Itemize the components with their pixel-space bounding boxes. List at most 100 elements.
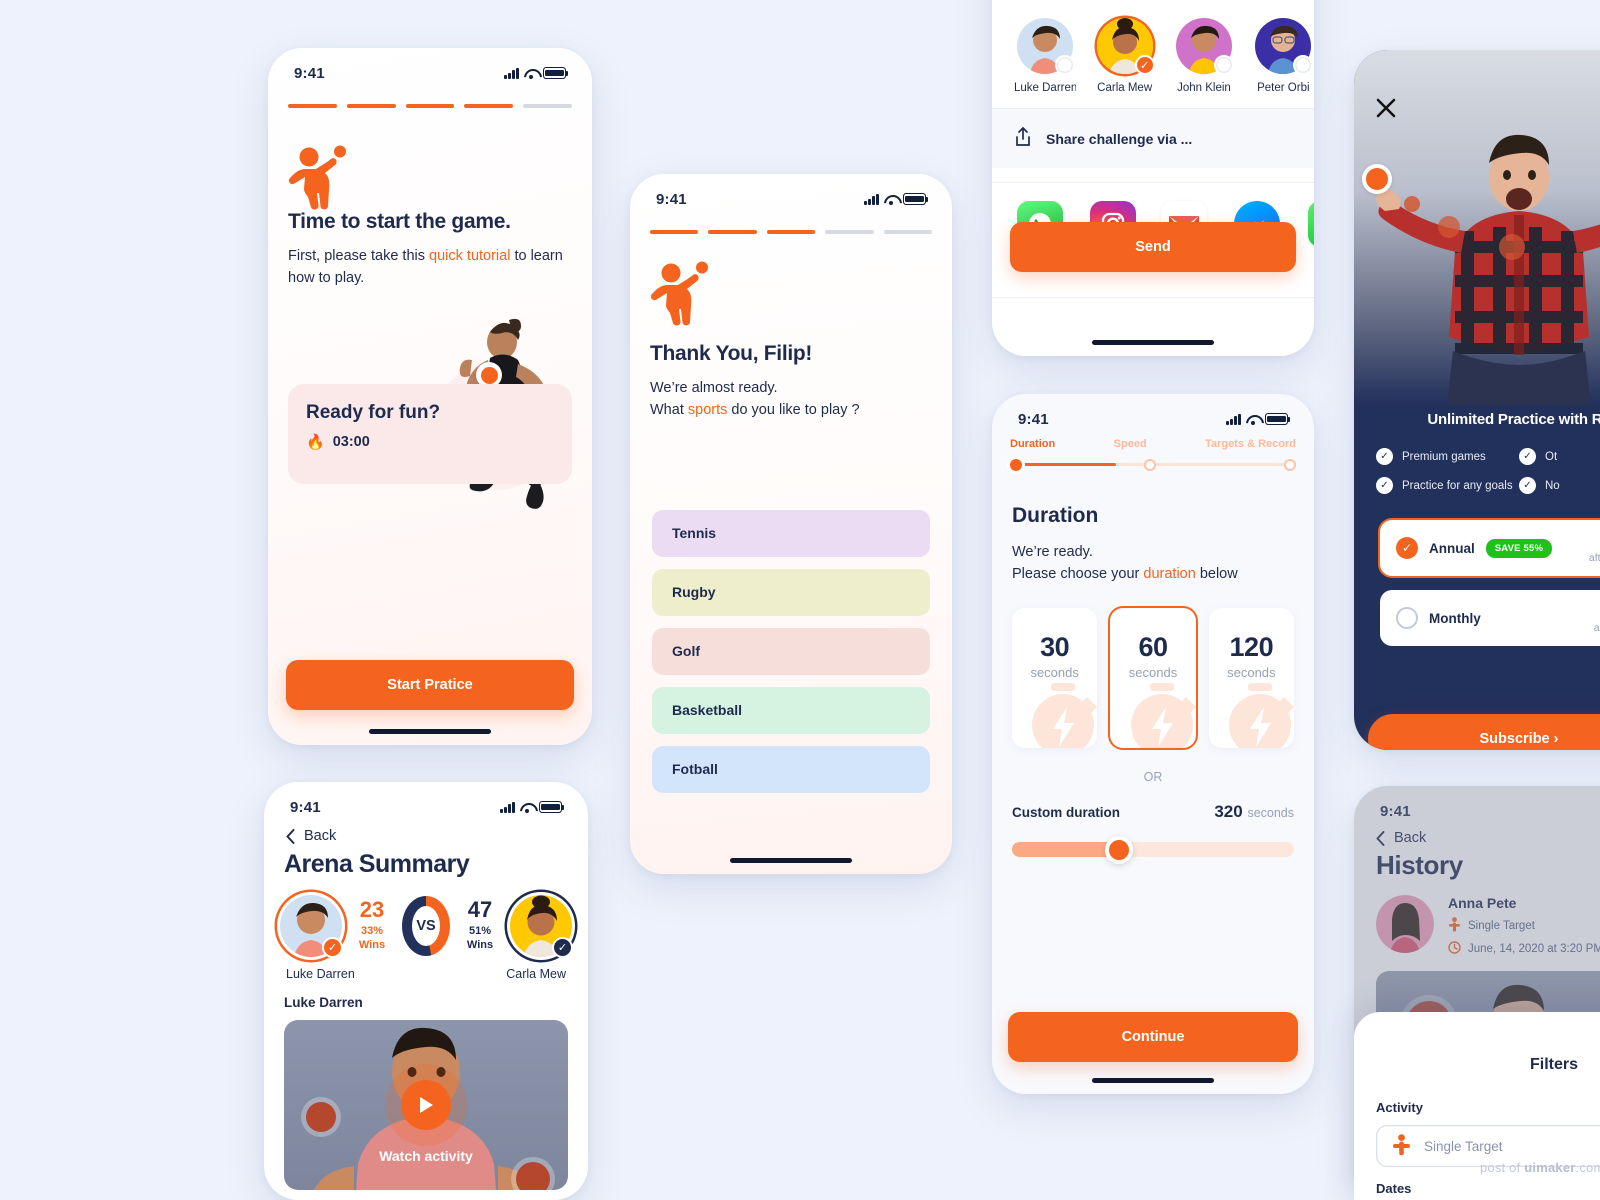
body-marker-dot xyxy=(516,1162,550,1190)
plan-monthly[interactable]: Monthly $9,9 after 2 We xyxy=(1380,590,1600,646)
step-dot-3[interactable] xyxy=(1284,458,1296,471)
share-app-messages[interactable]: Mess xyxy=(1307,201,1314,267)
sport-option-golf[interactable]: Golf xyxy=(652,627,930,675)
duration-card-group: 30 seconds 60 seconds 120 seconds xyxy=(992,586,1314,748)
status-bar: 9:41 xyxy=(264,782,588,822)
duration-link[interactable]: duration xyxy=(1143,566,1195,582)
check-icon: ✓ xyxy=(1376,448,1393,465)
avatar-right[interactable]: ✓ xyxy=(510,895,573,958)
sports-link[interactable]: sports xyxy=(688,402,728,418)
avatar-left[interactable]: ✓ xyxy=(280,895,343,958)
select-indicator-checked[interactable]: ✓ xyxy=(1134,55,1155,75)
avatar[interactable]: ✓ xyxy=(1096,18,1155,75)
status-icons xyxy=(1226,413,1291,425)
back-label: Back xyxy=(304,828,337,844)
friend-item[interactable]: ✓ Carla Mew xyxy=(1094,18,1155,94)
sport-option-label: Tennis xyxy=(672,525,717,541)
check-icon: ✓ xyxy=(1519,477,1536,494)
score-left: 23 33% Wins xyxy=(351,899,393,953)
select-indicator[interactable] xyxy=(1293,55,1314,75)
section-label: Luke Darren xyxy=(284,995,363,1010)
avatar xyxy=(1376,895,1434,953)
quick-tutorial-link[interactable]: quick tutorial xyxy=(429,248,510,264)
step-dot-1[interactable] xyxy=(1010,458,1022,471)
entry-date-row: June, 14, 2020 at 3:20 PM xyxy=(1448,941,1600,957)
subtitle-prefix: First, please take this xyxy=(288,248,430,264)
duration-card-30[interactable]: 30 seconds xyxy=(1012,607,1098,748)
progress-step-2 xyxy=(708,230,757,234)
select-indicator[interactable] xyxy=(1055,55,1075,75)
play-icon[interactable] xyxy=(401,1080,451,1130)
wifi-icon xyxy=(884,194,898,205)
select-indicator[interactable] xyxy=(1213,55,1234,75)
activity-video[interactable]: Watch activity xyxy=(284,1020,568,1190)
radio-checked-icon[interactable]: ✓ xyxy=(1396,537,1418,559)
plan-name: Monthly xyxy=(1429,610,1481,626)
sport-option-fotball[interactable]: Fotball xyxy=(652,745,930,793)
friend-item[interactable]: Peter Orbi xyxy=(1253,18,1314,94)
start-practice-button[interactable]: Start Pratice xyxy=(286,660,574,710)
page-title: Duration xyxy=(1012,504,1099,527)
progress-step-4 xyxy=(825,230,874,234)
step-dot-2[interactable] xyxy=(1144,458,1157,471)
sports-option-list: Tennis Rugby Golf Basketball Fotball xyxy=(630,494,952,793)
step-label-targets[interactable]: Targets & Record xyxy=(1205,438,1296,450)
player-names-row: Luke Darren Carla Mew xyxy=(264,957,588,981)
activity-label: Activity xyxy=(1376,1100,1423,1115)
sport-option-basketball[interactable]: Basketball xyxy=(652,686,930,734)
plan-price: $99,9 xyxy=(1589,533,1600,549)
progress-steps xyxy=(268,88,592,108)
step-label-duration[interactable]: Duration xyxy=(1010,438,1055,450)
friend-name: Carla Mew xyxy=(1097,82,1153,94)
back-button[interactable]: Back xyxy=(1354,826,1600,846)
status-icons xyxy=(864,193,929,205)
plan-annual[interactable]: ✓ Annual SAVE 55% $99,9 after 3 Mon xyxy=(1380,520,1600,576)
share-challenge-row[interactable]: Share challenge via ... xyxy=(992,109,1314,168)
subtitle-prefix: What xyxy=(650,401,688,418)
subtitle-suffix: below xyxy=(1195,565,1238,582)
friend-name: John Klein xyxy=(1177,82,1231,94)
battery-icon xyxy=(539,801,565,813)
status-bar: 9:41 xyxy=(1354,786,1600,826)
subtitle-line-1: We’re ready. xyxy=(1012,544,1093,560)
duration-unit: seconds xyxy=(1227,664,1276,680)
progress-step-5 xyxy=(523,104,572,108)
back-button[interactable]: Back xyxy=(264,822,588,844)
continue-button[interactable]: Continue xyxy=(1008,1012,1298,1062)
send-button[interactable]: Send xyxy=(1010,222,1296,272)
premium-hero-image xyxy=(1354,50,1600,405)
ready-card: Ready for fun? 🔥 03:00 xyxy=(288,384,572,484)
body-marker-dot xyxy=(1362,164,1392,194)
phone-arena-summary-screen: 9:41 Back Arena Summary ✓ 23 33% Wins VS… xyxy=(264,782,588,1200)
home-indicator xyxy=(730,858,852,863)
perk-item: ✓ Premium games xyxy=(1376,448,1519,465)
avatar[interactable] xyxy=(1017,18,1075,75)
subtitle-prefix: Please choose your xyxy=(1012,565,1144,582)
duration-card-120[interactable]: 120 seconds xyxy=(1208,607,1294,748)
screenshot-canvas: 9:41 Time to start the game. First, plea… xyxy=(0,0,1600,1200)
custom-duration-slider[interactable] xyxy=(1012,835,1294,864)
step-label-speed[interactable]: Speed xyxy=(1114,438,1147,450)
friend-item[interactable]: Luke Darren xyxy=(1014,18,1076,94)
divider xyxy=(992,297,1314,298)
subtitle-suffix: do you like to play ? xyxy=(727,401,860,418)
avatar[interactable] xyxy=(1175,18,1234,75)
subscribe-button[interactable]: Subscribe › xyxy=(1368,714,1600,750)
duration-card-60[interactable]: 60 seconds xyxy=(1110,607,1196,748)
save-badge: SAVE 55% xyxy=(1485,538,1553,558)
perk-item: ✓ Practice for any goals xyxy=(1376,477,1519,494)
selected-check-icon: ✓ xyxy=(322,937,343,958)
radio-icon[interactable] xyxy=(1396,607,1418,629)
home-indicator xyxy=(1092,340,1214,345)
slider-knob[interactable] xyxy=(1105,835,1134,864)
plan-trial-note: after 2 We xyxy=(1593,621,1600,634)
close-icon[interactable] xyxy=(1374,96,1398,120)
sport-option-rugby[interactable]: Rugby xyxy=(652,568,930,616)
player-right-name: Carla Mew xyxy=(506,967,566,981)
mascot-logo-icon xyxy=(650,260,932,326)
status-icons xyxy=(500,801,565,813)
wifi-icon xyxy=(520,802,534,813)
sport-option-tennis[interactable]: Tennis xyxy=(652,509,930,557)
avatar[interactable] xyxy=(1255,18,1314,75)
friend-item[interactable]: John Klein xyxy=(1173,18,1234,94)
